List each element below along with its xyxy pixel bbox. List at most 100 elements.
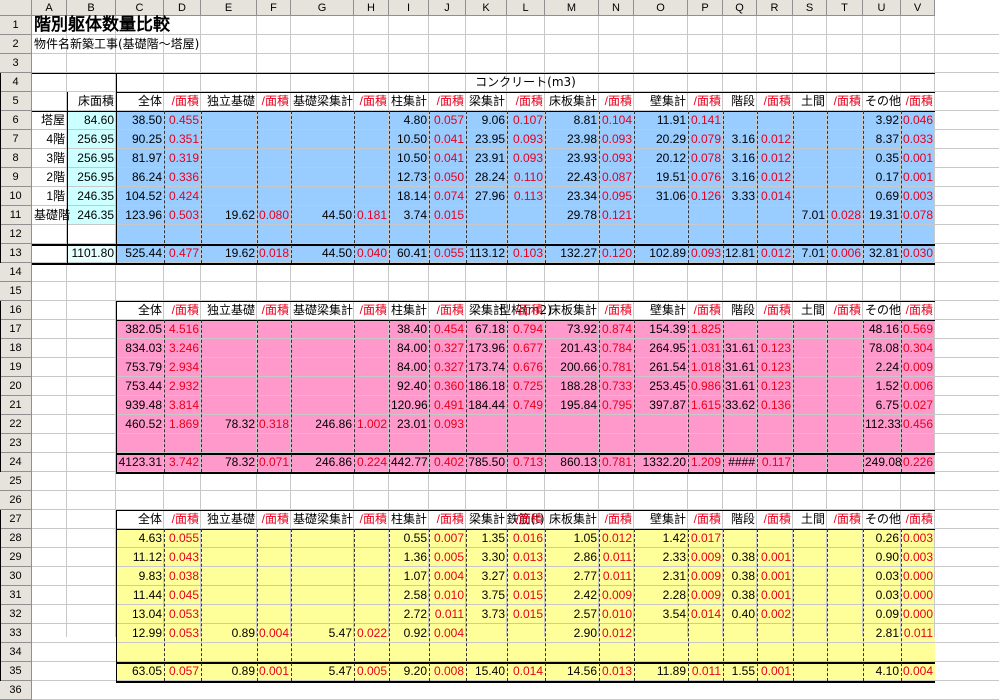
ratio-cell[interactable]: 0.010: [599, 605, 634, 624]
ratio-cell[interactable]: 1.869: [164, 415, 201, 434]
row-header[interactable]: 1: [0, 16, 32, 35]
value-cell[interactable]: 23.98: [545, 130, 599, 149]
ratio-cell[interactable]: 0.074: [429, 187, 466, 206]
total-ratio-cell[interactable]: 0.057: [164, 662, 201, 681]
ratio-cell[interactable]: 1.825: [688, 320, 723, 339]
ratio-cell[interactable]: 0.318: [257, 415, 291, 434]
column-label[interactable]: 壁集計: [634, 510, 688, 529]
total-value-cell[interactable]: 785.50: [466, 453, 507, 472]
value-cell[interactable]: 2.28: [634, 586, 688, 605]
column-header[interactable]: V: [901, 0, 935, 16]
value-cell[interactable]: 104.52: [116, 187, 164, 206]
value-cell[interactable]: 112.33: [863, 415, 901, 434]
column-header[interactable]: B: [67, 0, 116, 16]
column-label[interactable]: 独立基礎: [201, 510, 257, 529]
value-cell[interactable]: 5.47: [291, 624, 354, 643]
ratio-header[interactable]: /面積: [599, 92, 634, 111]
value-cell[interactable]: 4.80: [389, 111, 429, 130]
value-cell[interactable]: 186.18: [466, 377, 507, 396]
row-header[interactable]: 29: [0, 548, 32, 567]
value-cell[interactable]: 195.84: [545, 396, 599, 415]
ratio-cell[interactable]: 0.093: [507, 149, 545, 168]
value-cell[interactable]: 173.74: [466, 358, 507, 377]
value-cell[interactable]: 2.81: [863, 624, 901, 643]
value-cell[interactable]: 0.38: [723, 567, 757, 586]
ratio-cell[interactable]: 0.017: [688, 529, 723, 548]
value-cell[interactable]: 31.61: [723, 358, 757, 377]
value-cell[interactable]: 11.12: [116, 548, 164, 567]
total-value-cell[interactable]: 246.86: [291, 453, 354, 472]
column-label[interactable]: その他: [863, 92, 901, 111]
ratio-cell[interactable]: 0.000: [901, 567, 935, 586]
total-value-cell[interactable]: 78.32: [201, 453, 257, 472]
value-cell[interactable]: 397.87: [634, 396, 688, 415]
value-cell[interactable]: 3.54: [634, 605, 688, 624]
ratio-cell[interactable]: 0.011: [599, 548, 634, 567]
column-header[interactable]: U: [863, 0, 901, 16]
row-header[interactable]: 19: [0, 358, 32, 377]
value-cell[interactable]: 31.06: [634, 187, 688, 206]
column-header[interactable]: T: [827, 0, 863, 16]
row-header[interactable]: 18: [0, 339, 32, 358]
column-label[interactable]: 床板集計: [545, 510, 599, 529]
ratio-cell[interactable]: 1.031: [688, 339, 723, 358]
ratio-cell[interactable]: 0.009: [599, 586, 634, 605]
total-value-cell[interactable]: 525.44: [116, 244, 164, 263]
total-ratio-cell[interactable]: 0.103: [507, 244, 545, 263]
total-value-cell[interactable]: 5.47: [291, 662, 354, 681]
value-cell[interactable]: 81.97: [116, 149, 164, 168]
column-header[interactable]: F: [257, 0, 291, 16]
total-ratio-cell[interactable]: 0.055: [429, 244, 466, 263]
row-header[interactable]: 26: [0, 491, 32, 510]
ratio-header[interactable]: /面積: [429, 510, 466, 529]
value-cell[interactable]: 2.86: [545, 548, 599, 567]
value-cell[interactable]: 19.31: [863, 206, 901, 225]
value-cell[interactable]: 1.07: [389, 567, 429, 586]
row-header[interactable]: 3: [0, 54, 32, 73]
ratio-cell[interactable]: 0.009: [688, 567, 723, 586]
column-header[interactable]: N: [599, 0, 634, 16]
ratio-cell[interactable]: 0.107: [507, 111, 545, 130]
total-value-cell[interactable]: 0.89: [201, 662, 257, 681]
value-cell[interactable]: 2.72: [389, 605, 429, 624]
total-value-cell[interactable]: 249.08: [863, 453, 902, 472]
column-header[interactable]: A: [32, 0, 67, 16]
ratio-cell[interactable]: 0.141: [688, 111, 723, 130]
column-label[interactable]: 土間: [793, 301, 827, 320]
value-cell[interactable]: 44.50: [291, 206, 354, 225]
row-header[interactable]: 34: [0, 643, 32, 662]
ratio-cell[interactable]: 0.003: [901, 548, 935, 567]
value-cell[interactable]: 3.16: [723, 149, 757, 168]
ratio-cell[interactable]: 0.027: [901, 396, 935, 415]
row-header[interactable]: 24: [0, 453, 32, 472]
total-value-cell[interactable]: 1332.20: [634, 453, 688, 472]
ratio-cell[interactable]: 0.013: [507, 548, 545, 567]
ratio-cell[interactable]: 0.677: [507, 339, 545, 358]
row-header[interactable]: 12: [0, 225, 32, 244]
value-cell[interactable]: 67.18: [466, 320, 507, 339]
value-cell[interactable]: 10.50: [389, 130, 429, 149]
value-cell[interactable]: 0.38: [723, 586, 757, 605]
ratio-cell[interactable]: 0.016: [507, 529, 545, 548]
value-cell[interactable]: 188.28: [545, 377, 599, 396]
ratio-cell[interactable]: 0.126: [688, 187, 723, 206]
total-value-cell[interactable]: 11.89: [634, 662, 688, 681]
column-label[interactable]: 階段: [723, 92, 757, 111]
floor-area-value[interactable]: 246.35: [67, 187, 116, 206]
value-cell[interactable]: 123.96: [116, 206, 164, 225]
total-value-cell[interactable]: 14.56: [545, 662, 599, 681]
row-header[interactable]: 10: [0, 187, 32, 206]
ratio-cell[interactable]: 0.079: [688, 130, 723, 149]
ratio-cell[interactable]: 0.080: [257, 206, 291, 225]
ratio-header[interactable]: /面積: [757, 510, 793, 529]
ratio-cell[interactable]: 0.093: [429, 415, 466, 434]
ratio-cell[interactable]: 0.004: [429, 624, 466, 643]
ratio-cell[interactable]: 0.010: [429, 586, 466, 605]
value-cell[interactable]: 12.73: [389, 168, 429, 187]
sheet-title[interactable]: 階別躯体数量比較: [32, 16, 291, 35]
ratio-header[interactable]: /面積: [688, 301, 723, 320]
value-cell[interactable]: 2.77: [545, 567, 599, 586]
total-value-cell[interactable]: 4123.31: [116, 453, 164, 472]
ratio-cell[interactable]: 0.033: [901, 130, 935, 149]
column-label[interactable]: 階段: [723, 510, 757, 529]
